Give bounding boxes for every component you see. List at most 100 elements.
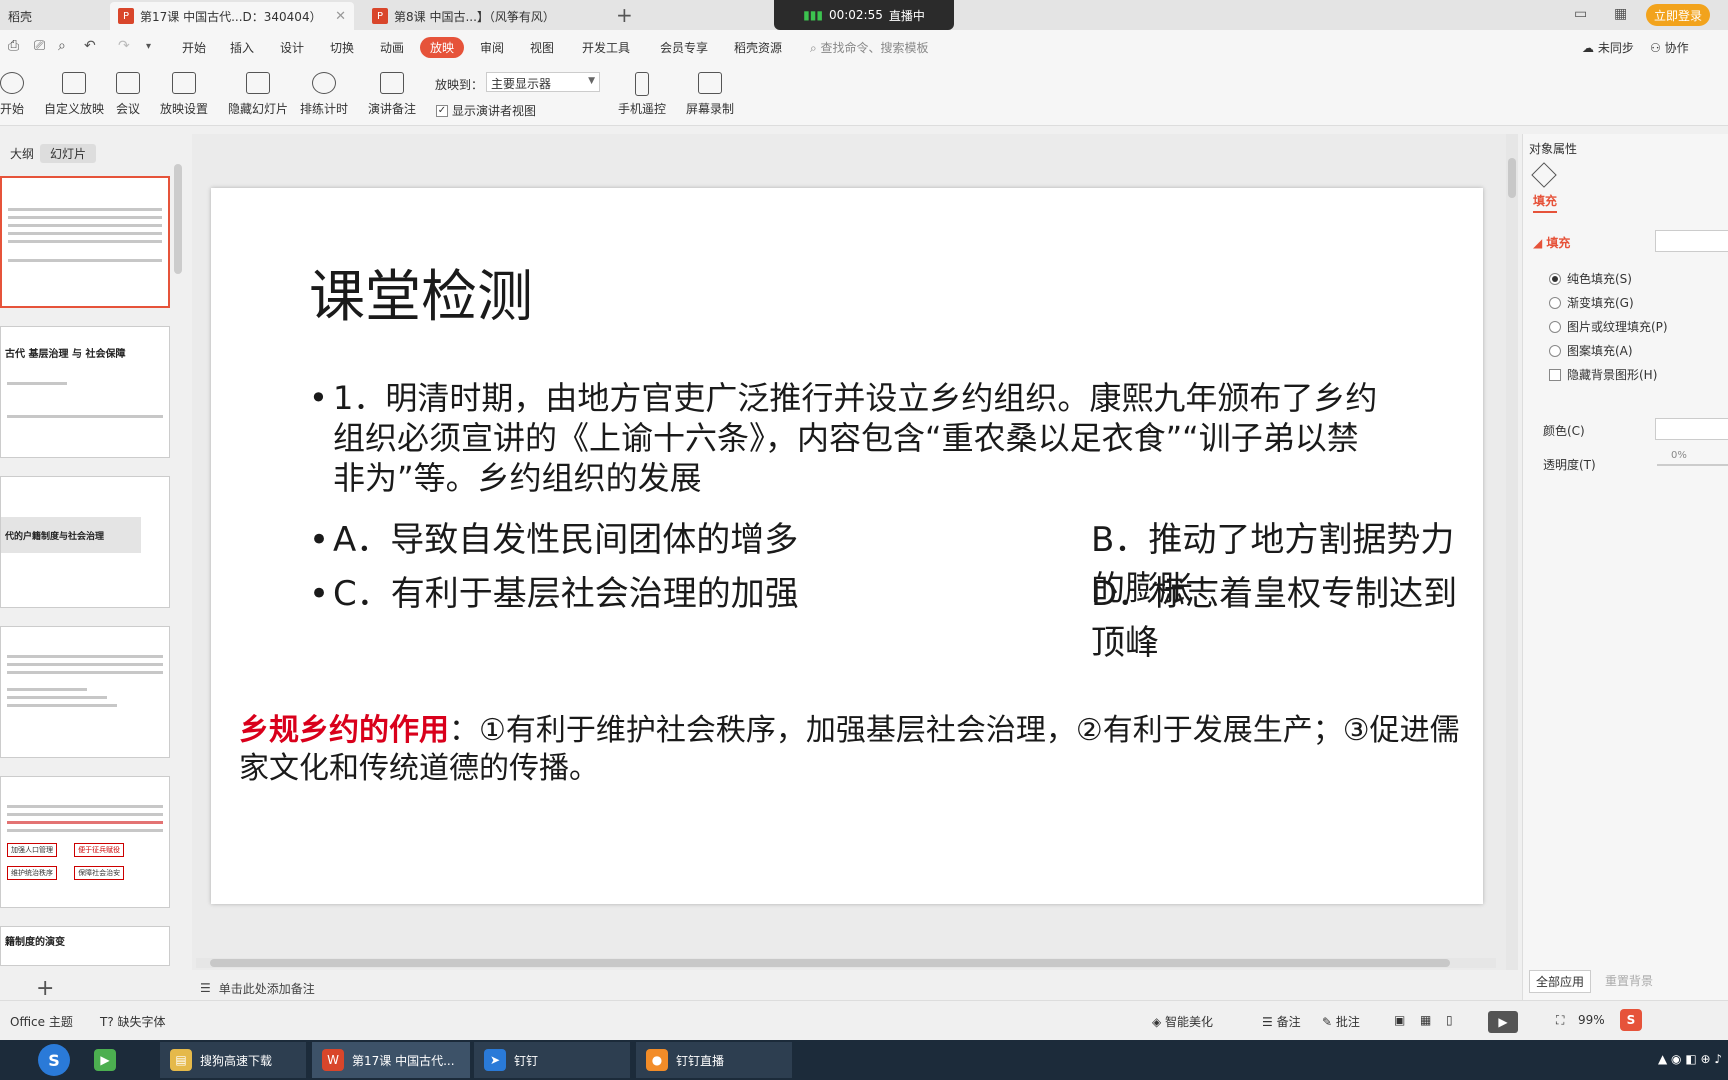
- search-placeholder: 查找命令、搜索模板: [820, 41, 929, 55]
- menu-review[interactable]: 审阅: [480, 39, 504, 56]
- custom-show-label: 自定义放映: [44, 102, 105, 116]
- tab-outline[interactable]: 大纲: [0, 144, 44, 163]
- menu-transition[interactable]: 切换: [330, 39, 354, 56]
- monitor-select[interactable]: 主要显示器 ▼: [486, 72, 600, 92]
- add-slide-icon[interactable]: +: [36, 976, 54, 1001]
- save-icon[interactable]: ⎙: [8, 38, 19, 54]
- grid-icon[interactable]: ▦: [1614, 6, 1627, 22]
- window-mode-icon[interactable]: ▭: [1574, 6, 1587, 22]
- apply-all-button[interactable]: 全部应用: [1529, 970, 1592, 993]
- reset-background-button[interactable]: 重置背景: [1599, 970, 1659, 991]
- hide-bg-checkbox[interactable]: 隐藏背景图形(H): [1549, 366, 1657, 383]
- comment-label: 批注: [1335, 1015, 1360, 1029]
- hide-slide-button[interactable]: 隐藏幻灯片: [228, 72, 288, 117]
- fit-icon[interactable]: ⛶: [1556, 1013, 1564, 1028]
- settings-icon: [172, 72, 196, 94]
- tab-lesson8[interactable]: P 第8课 中国古...】（风筝有风）: [364, 2, 608, 30]
- taskbar-dingtalk-live[interactable]: ● 钉钉直播: [636, 1042, 792, 1078]
- system-tray[interactable]: ▲ ◉ ◧ ⊕ ♪: [1658, 1052, 1722, 1066]
- slide-thumbnail-5[interactable]: 加强人口管理 便于征兵赋役 维护统治秩序 保障社会治安: [0, 776, 170, 908]
- preview-icon[interactable]: ⌕: [58, 38, 66, 54]
- status-bar: Office 主题 T? 缺失字体 ◈ 智能美化 ☰ 备注 ✎ 批注 ▣ ▦ ▯…: [0, 1000, 1728, 1040]
- slide-thumbnail-4[interactable]: [0, 626, 170, 758]
- slide-thumbnail-6[interactable]: 籍制度的演变: [0, 926, 170, 966]
- notes-toggle[interactable]: ☰ 备注: [1262, 1013, 1301, 1030]
- menu-animation[interactable]: 动画: [380, 39, 404, 56]
- chevron-down-icon[interactable]: ▾: [146, 41, 151, 52]
- notes-button[interactable]: 演讲备注: [368, 72, 416, 117]
- close-icon[interactable]: ✕: [335, 9, 346, 24]
- presenter-view-checkbox[interactable]: ✓ 显示演讲者视图: [436, 102, 536, 119]
- rehearse-button[interactable]: 排练计时: [300, 72, 348, 117]
- tab-slides[interactable]: 幻灯片: [40, 144, 97, 163]
- question-text: • 1．明清时期，由地方官吏广泛推行并设立乡约组织。康熙九年颁布了乡约组织必须宣…: [309, 378, 1389, 498]
- gradient-fill-radio[interactable]: 渐变填充(G): [1549, 294, 1634, 311]
- fill-bucket-icon[interactable]: [1531, 162, 1557, 188]
- sorter-view-icon[interactable]: ▦: [1420, 1013, 1431, 1027]
- beautify-button[interactable]: ◈ 智能美化: [1152, 1013, 1213, 1030]
- current-slide[interactable]: 课堂检测 • 1．明清时期，由地方官吏广泛推行并设立乡约组织。康熙九年颁布了乡约…: [211, 188, 1483, 904]
- menu-member[interactable]: 会员专享: [660, 39, 708, 56]
- new-tab-icon[interactable]: +: [616, 3, 633, 27]
- horizontal-scrollbar[interactable]: [196, 958, 1496, 968]
- print-icon[interactable]: ⎚: [34, 38, 45, 54]
- pattern-fill-radio[interactable]: 图案填充(A): [1549, 342, 1633, 359]
- tab-docer[interactable]: 稻壳: [0, 2, 100, 30]
- show-settings-button[interactable]: 放映设置: [160, 72, 208, 117]
- taskbar-dingtalk[interactable]: ➤ 钉钉: [474, 1042, 630, 1078]
- checkbox-icon: [1549, 368, 1561, 381]
- color-picker[interactable]: [1655, 418, 1728, 440]
- custom-show-button[interactable]: 自定义放映: [44, 72, 104, 117]
- missing-font-button[interactable]: T? 缺失字体: [100, 1013, 166, 1030]
- menu-insert[interactable]: 插入: [230, 39, 254, 56]
- redo-icon[interactable]: ↷: [118, 38, 130, 54]
- bullet-icon: •: [309, 574, 330, 614]
- solid-fill-radio[interactable]: 纯色填充(S): [1549, 270, 1632, 287]
- menu-developer[interactable]: 开发工具: [582, 39, 630, 56]
- slide-thumbnail-2[interactable]: 古代 基层治理 与 社会保障: [0, 326, 170, 458]
- meeting-button[interactable]: 会议: [116, 72, 140, 117]
- normal-view-icon[interactable]: ▣: [1394, 1013, 1405, 1027]
- vertical-scrollbar[interactable]: [1506, 134, 1518, 970]
- media-player-icon[interactable]: ▶: [84, 1042, 154, 1078]
- start-show-button[interactable]: 开始: [0, 72, 24, 117]
- thumb-box: 维护统治秩序: [7, 866, 57, 880]
- tab-lesson17[interactable]: P 第17课 中国古代...D：340404） ✕: [110, 2, 354, 30]
- sogou-ime-icon[interactable]: S: [1620, 1009, 1642, 1031]
- menu-home[interactable]: 开始: [182, 39, 206, 56]
- start-icon[interactable]: S: [38, 1044, 70, 1076]
- slide-thumbnail-1[interactable]: [0, 176, 170, 308]
- comment-button[interactable]: ✎ 批注: [1322, 1013, 1360, 1030]
- thumbnail-scrollbar[interactable]: [174, 164, 182, 274]
- zoom-level[interactable]: 99%: [1578, 1013, 1605, 1027]
- screen-record-button[interactable]: 屏幕录制: [686, 72, 734, 117]
- fill-section-label: 填充: [1546, 236, 1571, 250]
- menu-slideshow[interactable]: 放映: [420, 37, 465, 58]
- menu-design[interactable]: 设计: [280, 39, 304, 56]
- reading-view-icon[interactable]: ▯: [1446, 1013, 1453, 1027]
- fill-section-header[interactable]: ◢ 填充: [1533, 234, 1570, 251]
- scroll-thumb[interactable]: [210, 959, 1450, 967]
- play-icon[interactable]: ▶: [1488, 1011, 1518, 1033]
- scroll-thumb[interactable]: [1508, 158, 1516, 198]
- menu-docer-resources[interactable]: 稻壳资源: [734, 39, 782, 56]
- collab-button[interactable]: ⚇ 协作: [1650, 39, 1689, 56]
- notes-area[interactable]: ☰ 单击此处添加备注: [192, 976, 1508, 1000]
- ppt-icon: P: [372, 8, 388, 24]
- command-search[interactable]: ⌕ 查找命令、搜索模板: [810, 39, 929, 56]
- menu-view[interactable]: 视图: [530, 39, 554, 56]
- theme-name[interactable]: Office 主题: [10, 1013, 73, 1030]
- title-bar: 稻壳 P 第17课 中国古代...D：340404） ✕ P 第8课 中国古..…: [0, 0, 1728, 30]
- slide-thumbnail-3[interactable]: 代的户籍制度与社会治理: [0, 476, 170, 608]
- undo-icon[interactable]: ↶: [84, 38, 96, 54]
- login-button[interactable]: 立即登录: [1646, 4, 1711, 26]
- picture-fill-radio[interactable]: 图片或纹理填充(P): [1549, 318, 1668, 335]
- fill-type-select[interactable]: [1655, 230, 1728, 252]
- taskbar-sogou-download[interactable]: ▤ 搜狗高速下载: [160, 1042, 306, 1078]
- panel-title[interactable]: 对象属性: [1529, 140, 1577, 157]
- taskbar-wps[interactable]: W 第17课 中国古代...: [312, 1042, 470, 1078]
- transparency-slider[interactable]: [1657, 464, 1728, 466]
- sync-status[interactable]: ☁ 未同步: [1582, 39, 1634, 56]
- phone-remote-button[interactable]: 手机遥控: [618, 72, 666, 117]
- fill-tab[interactable]: 填充: [1533, 192, 1558, 213]
